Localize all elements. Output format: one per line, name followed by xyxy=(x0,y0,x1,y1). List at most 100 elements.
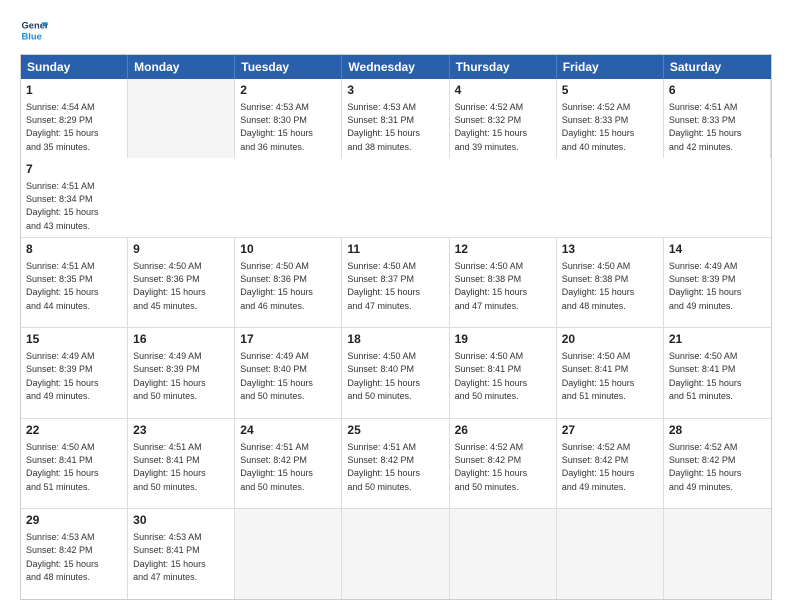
day-number: 29 xyxy=(26,513,122,529)
day-number: 7 xyxy=(26,162,123,178)
cal-cell: 20Sunrise: 4:50 AMSunset: 8:41 PMDayligh… xyxy=(557,328,664,418)
cal-cell: 13 Sunrise: 4:50 AMSunset: 8:38 PMDayligh… xyxy=(557,238,664,328)
calendar: SundayMondayTuesdayWednesdayThursdayFrid… xyxy=(20,54,772,600)
cal-cell: 21 Sunrise: 4:50 AMSunset: 8:41 PMDayligh… xyxy=(664,328,771,418)
day-number: 26 xyxy=(455,423,551,439)
day-number: 15 xyxy=(26,332,122,348)
day-number: 10 xyxy=(240,242,336,258)
cell-content: Sunrise: 4:50 AMSunset: 8:37 PMDaylight:… xyxy=(347,261,420,311)
cell-content: Sunrise: 4:53 AMSunset: 8:42 PMDaylight:… xyxy=(26,532,99,582)
cal-cell xyxy=(664,509,771,599)
cal-cell: 27 Sunrise: 4:52 AMSunset: 8:42 PMDayligh… xyxy=(557,419,664,509)
day-number: 17 xyxy=(240,332,336,348)
cell-content: Sunrise: 4:51 AMSunset: 8:41 PMDaylight:… xyxy=(133,442,206,492)
cal-cell: 6 Sunrise: 4:51 AMSunset: 8:33 PMDaylight… xyxy=(664,79,771,158)
cal-cell xyxy=(342,509,449,599)
cal-cell: 14Sunrise: 4:49 AMSunset: 8:39 PMDayligh… xyxy=(664,238,771,328)
cell-content: Sunrise: 4:50 AMSunset: 8:40 PMDaylight:… xyxy=(347,351,420,401)
cal-header-cell: Monday xyxy=(128,55,235,79)
day-number: 8 xyxy=(26,242,122,258)
day-number: 5 xyxy=(562,83,658,99)
day-number: 4 xyxy=(455,83,551,99)
cell-content: Sunrise: 4:50 AMSunset: 8:36 PMDaylight:… xyxy=(133,261,206,311)
cell-content: Sunrise: 4:50 AMSunset: 8:38 PMDaylight:… xyxy=(455,261,528,311)
day-number: 13 xyxy=(562,242,658,258)
cell-content: Sunrise: 4:52 AMSunset: 8:42 PMDaylight:… xyxy=(669,442,742,492)
cell-content: Sunrise: 4:50 AMSunset: 8:36 PMDaylight:… xyxy=(240,261,313,311)
cal-cell: 4 Sunrise: 4:52 AMSunset: 8:32 PMDaylight… xyxy=(450,79,557,158)
cal-cell xyxy=(128,79,235,158)
cell-content: Sunrise: 4:50 AMSunset: 8:41 PMDaylight:… xyxy=(26,442,99,492)
day-number: 1 xyxy=(26,83,122,99)
cell-content: Sunrise: 4:52 AMSunset: 8:33 PMDaylight:… xyxy=(562,102,635,152)
cell-content: Sunrise: 4:51 AMSunset: 8:35 PMDaylight:… xyxy=(26,261,99,311)
cal-cell: 25 Sunrise: 4:51 AMSunset: 8:42 PMDayligh… xyxy=(342,419,449,509)
cell-content: Sunrise: 4:51 AMSunset: 8:34 PMDaylight:… xyxy=(26,181,99,231)
cal-header-cell: Saturday xyxy=(664,55,771,79)
cell-content: Sunrise: 4:50 AMSunset: 8:41 PMDaylight:… xyxy=(669,351,742,401)
day-number: 30 xyxy=(133,513,229,529)
calendar-header: SundayMondayTuesdayWednesdayThursdayFrid… xyxy=(21,55,771,79)
cell-content: Sunrise: 4:49 AMSunset: 8:39 PMDaylight:… xyxy=(669,261,742,311)
svg-text:Blue: Blue xyxy=(22,31,42,41)
cal-cell: 9 Sunrise: 4:50 AMSunset: 8:36 PMDaylight… xyxy=(128,238,235,328)
cal-week-row: 1 Sunrise: 4:54 AMSunset: 8:29 PMDaylight… xyxy=(21,79,771,238)
cal-cell: 17 Sunrise: 4:49 AMSunset: 8:40 PMDayligh… xyxy=(235,328,342,418)
day-number: 22 xyxy=(26,423,122,439)
cal-cell: 11Sunrise: 4:50 AMSunset: 8:37 PMDayligh… xyxy=(342,238,449,328)
cell-content: Sunrise: 4:53 AMSunset: 8:41 PMDaylight:… xyxy=(133,532,206,582)
cal-cell: 28 Sunrise: 4:52 AMSunset: 8:42 PMDayligh… xyxy=(664,419,771,509)
cell-content: Sunrise: 4:49 AMSunset: 8:39 PMDaylight:… xyxy=(26,351,99,401)
day-number: 21 xyxy=(669,332,766,348)
day-number: 3 xyxy=(347,83,443,99)
cal-cell: 30 Sunrise: 4:53 AMSunset: 8:41 PMDayligh… xyxy=(128,509,235,599)
cal-header-cell: Sunday xyxy=(21,55,128,79)
cell-content: Sunrise: 4:53 AMSunset: 8:31 PMDaylight:… xyxy=(347,102,420,152)
day-number: 27 xyxy=(562,423,658,439)
cell-content: Sunrise: 4:52 AMSunset: 8:32 PMDaylight:… xyxy=(455,102,528,152)
cal-cell: 18 Sunrise: 4:50 AMSunset: 8:40 PMDayligh… xyxy=(342,328,449,418)
cal-cell: 26Sunrise: 4:52 AMSunset: 8:42 PMDayligh… xyxy=(450,419,557,509)
cal-week-row: 22 Sunrise: 4:50 AMSunset: 8:41 PMDayligh… xyxy=(21,419,771,510)
day-number: 18 xyxy=(347,332,443,348)
day-number: 6 xyxy=(669,83,765,99)
day-number: 2 xyxy=(240,83,336,99)
cal-week-row: 15 Sunrise: 4:49 AMSunset: 8:39 PMDayligh… xyxy=(21,328,771,419)
cell-content: Sunrise: 4:51 AMSunset: 8:33 PMDaylight:… xyxy=(669,102,742,152)
cal-cell: 29 Sunrise: 4:53 AMSunset: 8:42 PMDayligh… xyxy=(21,509,128,599)
cal-header-cell: Thursday xyxy=(450,55,557,79)
day-number: 25 xyxy=(347,423,443,439)
cal-cell: 2 Sunrise: 4:53 AMSunset: 8:30 PMDaylight… xyxy=(235,79,342,158)
cell-content: Sunrise: 4:50 AMSunset: 8:38 PMDaylight:… xyxy=(562,261,635,311)
logo: General Blue xyxy=(20,16,54,44)
cal-week-row: 8 Sunrise: 4:51 AMSunset: 8:35 PMDaylight… xyxy=(21,238,771,329)
cell-content: Sunrise: 4:51 AMSunset: 8:42 PMDaylight:… xyxy=(347,442,420,492)
cal-header-cell: Friday xyxy=(557,55,664,79)
cal-cell: 19Sunrise: 4:50 AMSunset: 8:41 PMDayligh… xyxy=(450,328,557,418)
cell-content: Sunrise: 4:49 AMSunset: 8:39 PMDaylight:… xyxy=(133,351,206,401)
cal-cell: 23 Sunrise: 4:51 AMSunset: 8:41 PMDayligh… xyxy=(128,419,235,509)
day-number: 16 xyxy=(133,332,229,348)
cal-cell xyxy=(450,509,557,599)
cal-cell: 10 Sunrise: 4:50 AMSunset: 8:36 PMDayligh… xyxy=(235,238,342,328)
cal-cell: 8 Sunrise: 4:51 AMSunset: 8:35 PMDaylight… xyxy=(21,238,128,328)
cell-content: Sunrise: 4:51 AMSunset: 8:42 PMDaylight:… xyxy=(240,442,313,492)
cal-cell: 5 Sunrise: 4:52 AMSunset: 8:33 PMDaylight… xyxy=(557,79,664,158)
calendar-body: 1 Sunrise: 4:54 AMSunset: 8:29 PMDaylight… xyxy=(21,79,771,599)
day-number: 23 xyxy=(133,423,229,439)
day-number: 24 xyxy=(240,423,336,439)
cal-cell: 3 Sunrise: 4:53 AMSunset: 8:31 PMDaylight… xyxy=(342,79,449,158)
cell-content: Sunrise: 4:49 AMSunset: 8:40 PMDaylight:… xyxy=(240,351,313,401)
cal-cell: 1 Sunrise: 4:54 AMSunset: 8:29 PMDaylight… xyxy=(21,79,128,158)
cell-content: Sunrise: 4:53 AMSunset: 8:30 PMDaylight:… xyxy=(240,102,313,152)
cal-cell: 12Sunrise: 4:50 AMSunset: 8:38 PMDayligh… xyxy=(450,238,557,328)
cell-content: Sunrise: 4:50 AMSunset: 8:41 PMDaylight:… xyxy=(562,351,635,401)
day-number: 19 xyxy=(455,332,551,348)
cell-content: Sunrise: 4:54 AMSunset: 8:29 PMDaylight:… xyxy=(26,102,99,152)
header: General Blue xyxy=(20,16,772,44)
day-number: 9 xyxy=(133,242,229,258)
day-number: 28 xyxy=(669,423,766,439)
cell-content: Sunrise: 4:52 AMSunset: 8:42 PMDaylight:… xyxy=(562,442,635,492)
cal-cell xyxy=(557,509,664,599)
cal-cell: 24 Sunrise: 4:51 AMSunset: 8:42 PMDayligh… xyxy=(235,419,342,509)
